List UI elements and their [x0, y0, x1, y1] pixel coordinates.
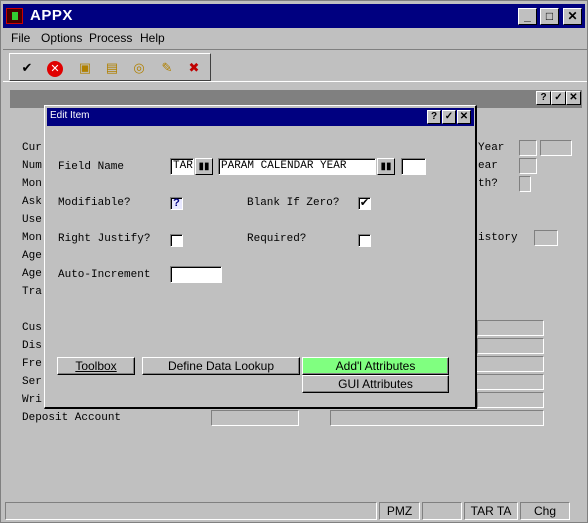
title-bar: APPX _ □ ✕	[3, 4, 585, 28]
ok-icon[interactable]: ✔	[16, 58, 38, 78]
field-name-prefix-input[interactable]: TAR	[170, 158, 194, 175]
gui-attributes-button[interactable]: GUI Attributes	[302, 375, 449, 393]
required-label: Required?	[247, 233, 307, 245]
menu-options[interactable]: Options	[41, 31, 82, 45]
deposit-account-field[interactable]	[211, 410, 299, 426]
auto-increment-label: Auto-Increment	[58, 269, 151, 281]
open-icon[interactable]: ▤	[101, 58, 123, 78]
status-mode: Chg	[520, 502, 570, 520]
define-data-lookup-label: Define Data Lookup	[167, 359, 275, 373]
menu-file[interactable]: File	[11, 31, 30, 45]
bg-label: Cur	[22, 142, 42, 154]
find-icon[interactable]: ◎	[128, 58, 150, 78]
deposit-account-desc-field[interactable]	[330, 410, 544, 426]
gui-attributes-label: GUI Attributes	[338, 377, 413, 391]
blank-if-zero-checkbox[interactable]: ✔	[358, 197, 371, 210]
bg-label: Age	[22, 268, 42, 280]
status-bar: PMZ TAR TA Chg	[3, 500, 587, 522]
deposit-account-label: Deposit Account	[22, 412, 122, 424]
status-pmz: PMZ	[379, 502, 420, 520]
bg-label: Mon	[22, 232, 42, 244]
bg-label: Fre	[22, 358, 42, 370]
bg-field[interactable]	[477, 338, 544, 354]
bg-label: Age	[22, 250, 42, 262]
menu-process[interactable]: Process	[89, 31, 132, 45]
right-justify-label: Right Justify?	[58, 233, 151, 245]
binoculars-icon[interactable]: ▮▮	[195, 158, 213, 175]
required-checkbox[interactable]	[358, 234, 371, 247]
minimize-button[interactable]: _	[518, 8, 537, 25]
modifiable-label: Modifiable?	[58, 197, 131, 209]
field-name-label: Field Name	[58, 161, 125, 173]
app-window: APPX _ □ ✕ File Options Process Help ✔ ✕…	[0, 0, 588, 523]
status-empty	[422, 502, 462, 520]
bg-label: th?	[478, 178, 498, 190]
window-title: APPX	[30, 7, 73, 24]
addl-attributes-button[interactable]: Add'l Attributes	[302, 357, 449, 375]
close-icon[interactable]: ✕	[566, 91, 581, 105]
bg-label: Mon	[22, 178, 42, 190]
edit-icon[interactable]: ✎	[156, 58, 178, 78]
toolbar: ✔ ✕ ▣ ▤ ◎ ✎ ✖	[3, 49, 587, 82]
bg-label: Wri	[22, 394, 42, 406]
binoculars-icon[interactable]: ▮▮	[377, 158, 395, 175]
dialog-title: Edit Item	[50, 110, 90, 121]
bg-field[interactable]	[540, 140, 572, 156]
maximize-button[interactable]: □	[540, 8, 559, 25]
status-tar: TAR TA	[464, 502, 518, 520]
bg-label: Use	[22, 214, 42, 226]
addl-attributes-label: Add'l Attributes	[335, 359, 416, 373]
right-justify-checkbox[interactable]	[170, 234, 183, 247]
menu-bar: File Options Process Help	[3, 29, 585, 47]
dialog-help-icon[interactable]: ?	[427, 110, 441, 124]
bg-label: Ser	[22, 376, 42, 388]
bg-field[interactable]	[519, 158, 537, 174]
bg-label: ear	[478, 160, 498, 172]
bg-field[interactable]	[477, 320, 544, 336]
bg-label: Ask	[22, 196, 42, 208]
dialog-title-bar: Edit Item ? ✓ ✕	[47, 108, 474, 126]
field-name-extra-input[interactable]	[401, 158, 426, 175]
bg-field[interactable]	[519, 140, 537, 156]
toolbox-button[interactable]: Toolbox	[57, 357, 135, 375]
bg-field[interactable]	[534, 230, 558, 246]
delete-icon[interactable]: ✖	[183, 58, 205, 78]
bg-label: istory	[478, 232, 518, 244]
bg-label: Num	[22, 160, 42, 172]
auto-increment-input[interactable]	[170, 266, 222, 283]
status-main	[5, 502, 377, 520]
bg-label: Cus	[22, 322, 42, 334]
new-icon[interactable]: ▣	[74, 58, 96, 78]
bg-label: Year	[478, 142, 505, 154]
bg-field[interactable]	[519, 176, 531, 192]
app-logo-icon	[6, 8, 23, 24]
edit-item-dialog: Edit Item ? ✓ ✕ Field Name TAR ▮▮ PARAM …	[44, 105, 477, 409]
toolbar-group: ✔ ✕ ▣ ▤ ◎ ✎ ✖	[9, 53, 211, 81]
cancel-icon[interactable]: ✕	[44, 58, 66, 78]
dialog-ok-icon[interactable]: ✓	[442, 110, 456, 124]
bg-label: Tra	[22, 286, 42, 298]
help-icon[interactable]: ?	[536, 91, 551, 105]
confirm-icon[interactable]: ✓	[551, 91, 566, 105]
blank-if-zero-label: Blank If Zero?	[247, 197, 340, 209]
menu-help[interactable]: Help	[140, 31, 165, 45]
define-data-lookup-button[interactable]: Define Data Lookup	[142, 357, 300, 375]
field-name-input[interactable]: PARAM CALENDAR YEAR	[218, 158, 376, 175]
dialog-close-icon[interactable]: ✕	[457, 110, 471, 124]
modifiable-checkbox[interactable]: ?	[170, 197, 183, 210]
bg-field[interactable]	[477, 392, 544, 408]
toolbox-button-label: Toolbox	[75, 359, 117, 373]
bg-label: Dis	[22, 340, 42, 352]
close-button[interactable]: ✕	[563, 8, 582, 25]
